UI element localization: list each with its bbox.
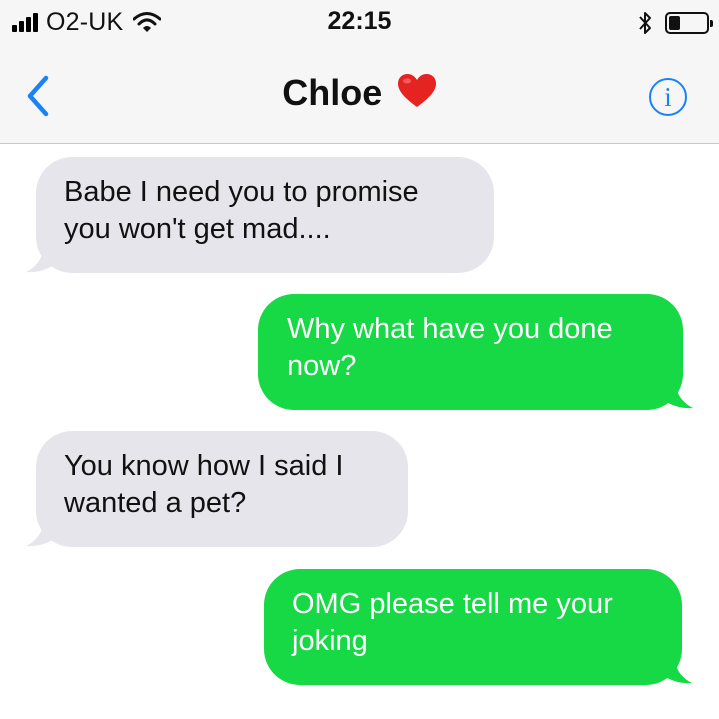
message-line: OMG please tell me your <box>292 588 613 620</box>
bluetooth-icon <box>639 12 651 34</box>
incoming-bubble-tail <box>26 242 58 273</box>
battery-level <box>669 16 680 30</box>
message-incoming-2[interactable]: You know how I said I wanted a pet? <box>36 431 408 547</box>
message-line: Why what have you done <box>287 313 613 345</box>
message-outgoing-1[interactable]: Why what have you done now? <box>258 294 683 410</box>
message-line: you won't get mad.... <box>64 213 331 245</box>
contact-name: Chloe <box>282 72 383 113</box>
imessage-screen: O2-UK 22:15 Chloe i Babe I need you to p… <box>0 0 719 719</box>
contact-title[interactable]: Chloe <box>0 72 719 118</box>
incoming-bubble-tail <box>26 516 58 547</box>
message-line: now? <box>287 350 357 382</box>
status-bar: O2-UK 22:15 <box>0 0 719 46</box>
outgoing-bubble-tail <box>660 653 692 684</box>
message-line: You know how I said I <box>64 450 344 482</box>
message-incoming-1[interactable]: Babe I need you to promise you won't get… <box>36 157 494 273</box>
message-line: joking <box>292 625 368 657</box>
battery-icon <box>665 12 713 34</box>
outgoing-bubble-tail <box>661 378 693 409</box>
message-line: Babe I need you to promise <box>64 176 419 208</box>
message-line: wanted a pet? <box>64 487 247 519</box>
conversation-header: Chloe i <box>0 46 719 144</box>
status-bar-right <box>637 8 713 38</box>
status-time: 22:15 <box>327 7 392 35</box>
battery-cap <box>710 20 713 27</box>
heart-icon <box>397 74 436 107</box>
message-outgoing-2[interactable]: OMG please tell me your joking <box>264 569 682 685</box>
info-button[interactable]: i <box>649 78 687 116</box>
